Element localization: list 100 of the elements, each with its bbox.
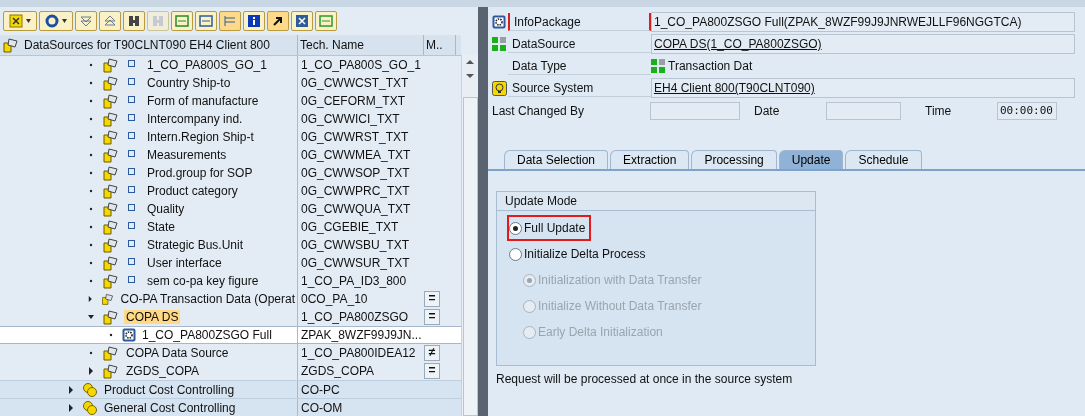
radio-button[interactable] [509, 221, 522, 235]
field-link[interactable]: COPA DS(1_CO_PA800ZSGO) [654, 37, 822, 51]
node-label[interactable]: General Cost Controlling [102, 400, 238, 415]
datasource-icon [102, 309, 120, 325]
node-label[interactable]: COPA DS [124, 310, 181, 324]
toolbar-button[interactable] [123, 11, 145, 31]
node-label[interactable]: Intern.Region Ship-t [145, 130, 256, 144]
expander-icon[interactable] [88, 367, 94, 375]
table-cell-text: 0G_CWWMEA_TXT [300, 147, 412, 164]
compare-button[interactable]: ≠ [424, 345, 440, 361]
toolbar-icon [103, 14, 117, 28]
expander-icon[interactable] [88, 313, 94, 321]
bullet-icon [88, 242, 94, 248]
tab[interactable]: Processing [691, 150, 777, 169]
table-cell-text: ZGDS_COPA [300, 363, 376, 380]
table-cell-text: 0G_CWWPRC_TXT [300, 183, 411, 200]
datasource-icon [102, 165, 120, 181]
toolbar-button[interactable] [39, 11, 73, 31]
bullet-icon [108, 332, 114, 338]
datasource-icon [100, 291, 115, 307]
toolbar-icon [175, 14, 189, 28]
bulb-icon [492, 80, 507, 96]
datasource-icon [102, 129, 120, 145]
node-label[interactable]: Quality [145, 202, 187, 216]
toolbar-icon [247, 14, 261, 28]
table-cell-text: 0G_CEFORM_TXT [300, 93, 406, 110]
node-label[interactable]: Country Ship-to [145, 76, 233, 90]
table-cell-text: 0CO_PA_10 [300, 291, 369, 308]
compare-button[interactable]: = [424, 309, 440, 325]
node-label[interactable]: 1_CO_PA800ZSGO Full [140, 328, 274, 342]
table-cell-text: 1_CO_PA800ZSGO [300, 309, 410, 326]
tab[interactable]: Schedule [845, 150, 922, 169]
scrollbar[interactable] [461, 55, 478, 416]
scroll-thumb[interactable] [462, 97, 478, 416]
column-header[interactable]: DataSources for T90CLNT090 EH4 Client 800 [0, 35, 298, 55]
field-link[interactable]: EH4 Client 800(T90CLNT090) [654, 81, 815, 95]
tab[interactable]: Extraction [610, 150, 690, 169]
radio-label: Initialize Without Data Transfer [538, 299, 702, 313]
node-label[interactable]: ZGDS_COPA [124, 364, 202, 378]
node-label[interactable]: Form of manufacture [145, 94, 261, 108]
bullet-icon [88, 98, 94, 104]
datasource-icon [102, 75, 120, 91]
table-cell-text: 0G_CWWICI_TXT [300, 111, 401, 128]
table-cell-text: 0G_CWWRST_TXT [300, 129, 410, 146]
toolbar-button[interactable] [291, 11, 313, 31]
node-label[interactable]: Measurements [145, 148, 229, 162]
bullet-icon [88, 188, 94, 194]
table-cell-text: 0G_CWWSOP_TXT [300, 165, 411, 182]
toolbar-icon [151, 14, 165, 28]
node-label[interactable]: User interface [145, 256, 224, 270]
component-icon [82, 382, 98, 397]
node-label[interactable]: Strategic Bus.Unit [145, 238, 246, 252]
output-field: 00:00:00 [997, 102, 1057, 120]
radio-label: Initialize Delta Process [524, 247, 646, 261]
toolbar-button[interactable] [267, 11, 289, 31]
column-header[interactable]: Tech. Name [298, 35, 424, 55]
radio-label: Full Update [524, 221, 586, 235]
toolbar-button[interactable] [243, 11, 265, 31]
toolbar-button[interactable] [3, 11, 37, 31]
caret-icon [26, 19, 31, 23]
table-cell-text: 0G_CWWSUR_TXT [300, 255, 411, 272]
compare-button[interactable]: = [424, 291, 440, 307]
table-cell-text: 1_CO_PA800IDEA12 [300, 345, 417, 362]
radio-label: Initialization with Data Transfer [538, 273, 702, 287]
table-icon [492, 37, 507, 51]
table-cell-text: 0G_CWWSBU_TXT [300, 237, 410, 254]
node-label[interactable]: sem co-pa key figure [145, 274, 261, 288]
node-label[interactable]: 1_CO_PA800S_GO_1 [145, 58, 269, 72]
bullet-icon [88, 278, 94, 284]
expander-icon[interactable] [68, 403, 74, 412]
group-title: Update Mode [497, 192, 815, 211]
node-label[interactable]: Intercompany ind. [145, 112, 245, 126]
bullet-icon [88, 116, 94, 122]
node-label[interactable]: Product category [145, 184, 240, 198]
component-icon [82, 400, 98, 415]
column-header[interactable]: M.. [424, 35, 456, 55]
table-cell-text: 1_CO_PA800S_GO_1 [300, 57, 422, 74]
node-label[interactable]: COPA Data Source [124, 346, 231, 360]
bullet-icon [88, 206, 94, 212]
node-label[interactable]: State [145, 220, 178, 234]
table-cell-text: 1_CO_PA_ID3_800 [300, 273, 408, 290]
tab[interactable]: Data Selection [504, 150, 609, 169]
node-label[interactable]: CO-PA Transaction Data (Operat [118, 292, 297, 306]
tab[interactable]: Update [778, 150, 844, 169]
radio-button[interactable] [509, 247, 522, 261]
field-label: Date [753, 104, 781, 118]
node-label[interactable]: Prod.group for SOP [145, 166, 255, 180]
datasource-icon [102, 201, 120, 217]
table-cell-text: 0G_CWWQUA_TXT [300, 201, 412, 218]
expander-icon[interactable] [88, 295, 93, 303]
radio-label: Early Delta Initialization [538, 325, 663, 339]
bullet-icon [88, 62, 94, 68]
compare-button[interactable]: = [424, 363, 440, 379]
toolbar-icon [319, 14, 333, 28]
toolbar-icon [9, 14, 23, 28]
datasource-icon [102, 183, 120, 199]
datasource-icon [102, 273, 120, 289]
expander-icon[interactable] [68, 385, 74, 394]
bullet-icon [88, 134, 94, 140]
node-label[interactable]: Product Cost Controlling [102, 382, 237, 397]
